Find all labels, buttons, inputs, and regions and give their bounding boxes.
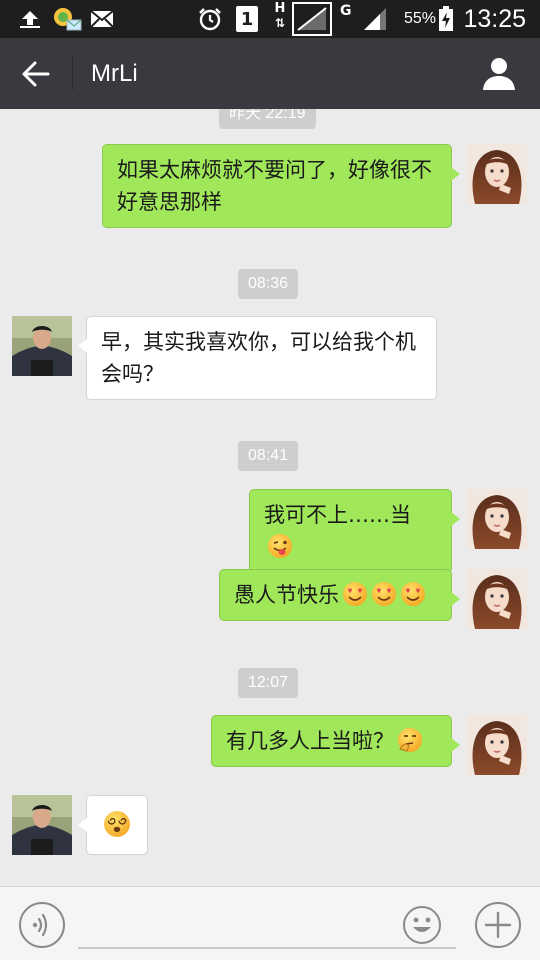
title-bar: MrLi — [0, 38, 540, 109]
signal-icon — [364, 8, 386, 30]
my-avatar[interactable] — [467, 144, 527, 204]
heart-eyes-icon — [343, 582, 367, 606]
man-avatar-icon — [12, 795, 72, 855]
sim-slot-label: 1 — [240, 8, 254, 30]
data-arrows-icon: ⇅ — [274, 16, 286, 30]
man-avatar-icon — [12, 316, 72, 376]
status-bar: 1 H ⇅ G 55% 13:25 — [0, 0, 540, 38]
message-text: 如果太麻烦就不要问了，好像很不好意思那样 — [117, 158, 432, 214]
message-text: 愚人节快乐 — [234, 583, 339, 607]
message-text: 我可不上……当 — [264, 503, 411, 527]
my-avatar[interactable] — [467, 569, 527, 629]
battery-icon — [439, 6, 453, 31]
timestamp: 08:36 — [238, 269, 299, 299]
data-type-label: H — [274, 1, 286, 16]
message-text: 有几多人上当啦？ — [226, 729, 394, 753]
my-avatar[interactable] — [467, 715, 527, 775]
person-icon — [483, 58, 515, 90]
more-button[interactable] — [474, 901, 522, 949]
contact-avatar[interactable] — [12, 795, 72, 855]
message-bubble-sent[interactable]: 有几多人上当啦？ — [211, 715, 460, 767]
plus-icon — [475, 902, 521, 948]
message-input[interactable] — [78, 899, 456, 949]
title-divider — [72, 56, 73, 90]
timestamp: 昨天 22:19 — [219, 109, 316, 129]
girl-avatar-icon — [467, 715, 527, 775]
signal-sim1-icon — [292, 2, 332, 36]
alarm-icon — [199, 8, 221, 31]
upload-icon — [20, 11, 40, 28]
message-bubble-received[interactable]: 早，其实我喜欢你，可以给我个机会吗？ — [78, 316, 437, 400]
heart-eyes-icon — [401, 582, 425, 606]
voice-button[interactable] — [18, 901, 66, 949]
chat-title: MrLi — [91, 60, 138, 87]
my-avatar[interactable] — [467, 489, 527, 549]
data-indicator: H ⇅ — [272, 2, 288, 36]
back-button[interactable] — [14, 54, 58, 94]
gallery-icon — [54, 8, 82, 31]
chat-area[interactable]: 昨天 22:19 如果太麻烦就不要问了，好像很不好意思那样 08:36 早，其实… — [0, 109, 540, 886]
message-bubble-received[interactable] — [78, 795, 148, 855]
message-bubble-sent[interactable]: 愚人节快乐 — [219, 569, 460, 621]
clock: 13:25 — [463, 4, 526, 33]
smiley-icon — [403, 906, 441, 944]
input-bar — [0, 886, 540, 960]
voice-icon — [19, 902, 65, 948]
chat-info-button[interactable] — [480, 55, 518, 93]
thinking-icon — [398, 728, 422, 752]
mail-icon — [90, 10, 114, 28]
message-bubble-sent[interactable]: 我可不上……当 — [249, 489, 460, 573]
contact-avatar[interactable] — [12, 316, 72, 376]
heart-eyes-icon — [372, 582, 396, 606]
tongue-wink-icon — [268, 534, 292, 558]
arrow-left-icon — [22, 61, 50, 87]
emoji-button[interactable] — [402, 905, 442, 945]
girl-avatar-icon — [467, 489, 527, 549]
girl-avatar-icon — [467, 569, 527, 629]
girl-avatar-icon — [467, 144, 527, 204]
message-bubble-sent[interactable]: 如果太麻烦就不要问了，好像很不好意思那样 — [102, 144, 460, 228]
network-type-label: G — [340, 3, 352, 19]
sim-icon: 1 — [236, 6, 258, 32]
message-text: 早，其实我喜欢你，可以给我个机会吗？ — [101, 330, 416, 386]
battery-percent: 55% — [403, 10, 436, 27]
timestamp: 12:07 — [238, 668, 299, 698]
timestamp: 08:41 — [238, 441, 299, 471]
dizzy-face-icon — [104, 811, 130, 837]
